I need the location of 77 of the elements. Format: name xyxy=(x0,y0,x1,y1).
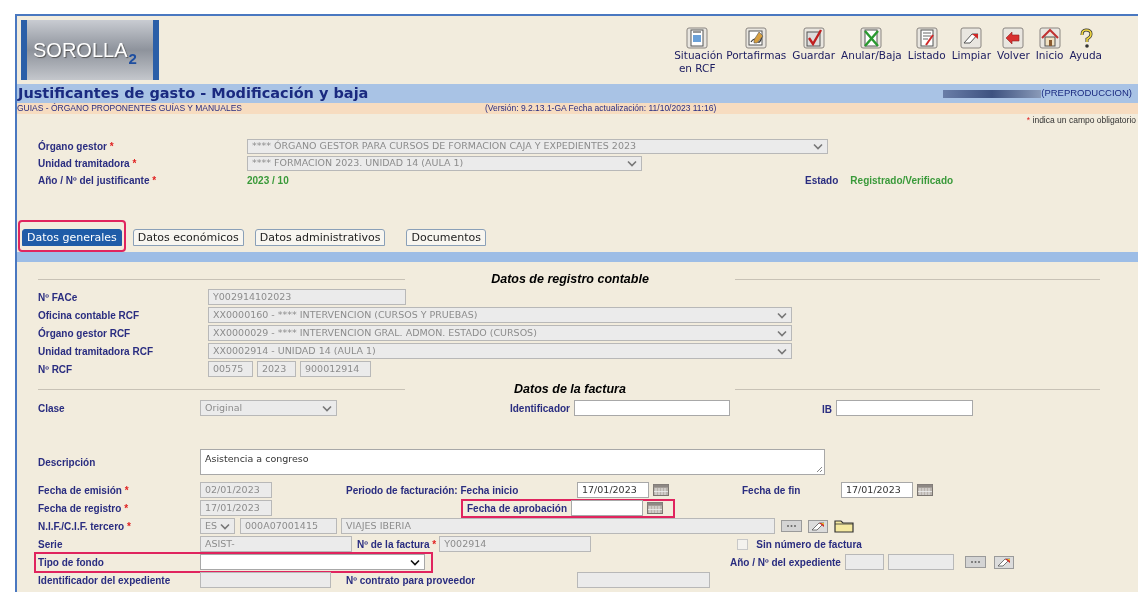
toolbar-button[interactable]: Portafirmas xyxy=(726,27,787,62)
input-field[interactable]: 17/01/2023 xyxy=(841,482,913,498)
required-note: * indica un campo obligatorio xyxy=(1026,113,1136,127)
toolbar-button[interactable]: Limpiar xyxy=(951,27,992,62)
text-area[interactable]: Asistencia a congreso xyxy=(200,449,825,475)
field-label: Fecha de registro * xyxy=(38,501,130,516)
field-label: Serie xyxy=(38,537,64,552)
field-label: Nº de la factura * xyxy=(357,537,437,552)
toolbar-button[interactable]: Situación en RCF xyxy=(674,27,721,75)
resize-handle-icon[interactable] xyxy=(816,466,823,473)
document-icon xyxy=(686,27,709,49)
folder-icon[interactable] xyxy=(834,519,854,533)
field-label: Año / Nº del justificante * xyxy=(38,174,158,188)
eraser-icon[interactable] xyxy=(808,519,828,533)
field-label: Periodo de facturación: Fecha inicio xyxy=(346,483,520,498)
field-label: Fecha de fin xyxy=(742,483,802,498)
breadcrumb: GUIAS - ÓRGANO PROPONENTES GUÍAS Y MANUALES xyxy=(17,104,242,113)
page-title: Justificantes de gasto - Modificación y baja xyxy=(18,83,369,103)
input-field[interactable]: 17/01/2023 xyxy=(577,482,649,498)
chevron-icon xyxy=(627,160,637,167)
toolbar-button[interactable]: Listado xyxy=(907,27,946,62)
chevron-icon xyxy=(410,558,420,566)
calendar-icon[interactable] xyxy=(647,502,663,514)
field-label: Nº contrato para proveedor xyxy=(346,573,477,588)
field-label: Nº FACe xyxy=(38,290,79,305)
field-label: Clase xyxy=(38,401,66,416)
tab[interactable]: Datos generales xyxy=(22,229,122,246)
toolbar-button[interactable]: Ayuda xyxy=(1069,27,1102,62)
dropdown[interactable] xyxy=(200,554,425,570)
ellipsis-icon[interactable] xyxy=(964,556,986,568)
field-label: Oficina contable RCF xyxy=(38,308,141,323)
tab[interactable]: Datos económicos xyxy=(132,229,244,246)
field-label: Estado xyxy=(805,174,839,188)
field-label: IB xyxy=(822,404,832,415)
input-field[interactable] xyxy=(574,400,730,416)
section-heading: Datos de la factura xyxy=(514,380,626,398)
checkmark-icon xyxy=(802,27,825,49)
checkbox-label: Sin número de factura xyxy=(756,537,862,552)
chevron-icon xyxy=(813,143,823,150)
cross-icon xyxy=(860,27,883,49)
field-label: Identificador del expediente xyxy=(38,573,172,588)
toolbar-button[interactable]: Anular/Baja xyxy=(841,27,902,62)
field-label: Descripción xyxy=(38,455,97,470)
toolbar-button[interactable]: Volver xyxy=(997,27,1030,62)
eraser-icon[interactable] xyxy=(993,555,1014,569)
section-heading: Datos de registro contable xyxy=(491,270,649,288)
input-field[interactable] xyxy=(836,400,973,416)
field-label: Nº RCF xyxy=(38,362,74,377)
chevron-icon xyxy=(220,522,230,530)
status-value: Registrado/Verificado xyxy=(850,174,954,188)
field-label: Año / Nº del expediente xyxy=(730,555,841,570)
report-icon xyxy=(915,27,938,49)
toolbar-button[interactable]: Guardar xyxy=(792,27,836,62)
signature-icon xyxy=(745,27,768,49)
chevron-icon xyxy=(322,404,332,412)
environment-label: (PREPRODUCCION) xyxy=(1041,86,1132,101)
field-label: Órgano gestor * xyxy=(38,139,115,154)
ellipsis-icon[interactable] xyxy=(781,520,802,532)
tab[interactable]: Documentos xyxy=(406,229,486,246)
field-label: Unidad tramitadora RCF xyxy=(38,344,154,359)
home-icon xyxy=(1038,27,1061,49)
field-label: Órgano gestor RCF xyxy=(38,326,132,341)
field-label: Unidad tramitadora * xyxy=(38,157,138,171)
calendar-icon[interactable] xyxy=(917,484,933,496)
field-label: Fecha de emisión * xyxy=(38,483,130,498)
field-label: Identificador xyxy=(510,401,570,416)
eraser-icon xyxy=(960,27,983,49)
tab[interactable]: Datos administrativos xyxy=(254,229,386,246)
field-label: N.I.F./C.I.F. tercero * xyxy=(38,519,132,534)
field-label: Tipo de fondo xyxy=(38,555,105,570)
field-label: Fecha de aprobación xyxy=(466,501,567,516)
toolbar-button[interactable]: Inicio xyxy=(1035,27,1064,62)
checkbox[interactable] xyxy=(737,538,749,550)
calendar-icon[interactable] xyxy=(653,484,669,496)
version-info: (Versión: 9.2.13.1-GA Fecha actualización: 11/10/2023 11:16) xyxy=(485,104,717,113)
input-field[interactable] xyxy=(571,500,643,516)
field-value: 2023 / 10 xyxy=(247,174,290,188)
